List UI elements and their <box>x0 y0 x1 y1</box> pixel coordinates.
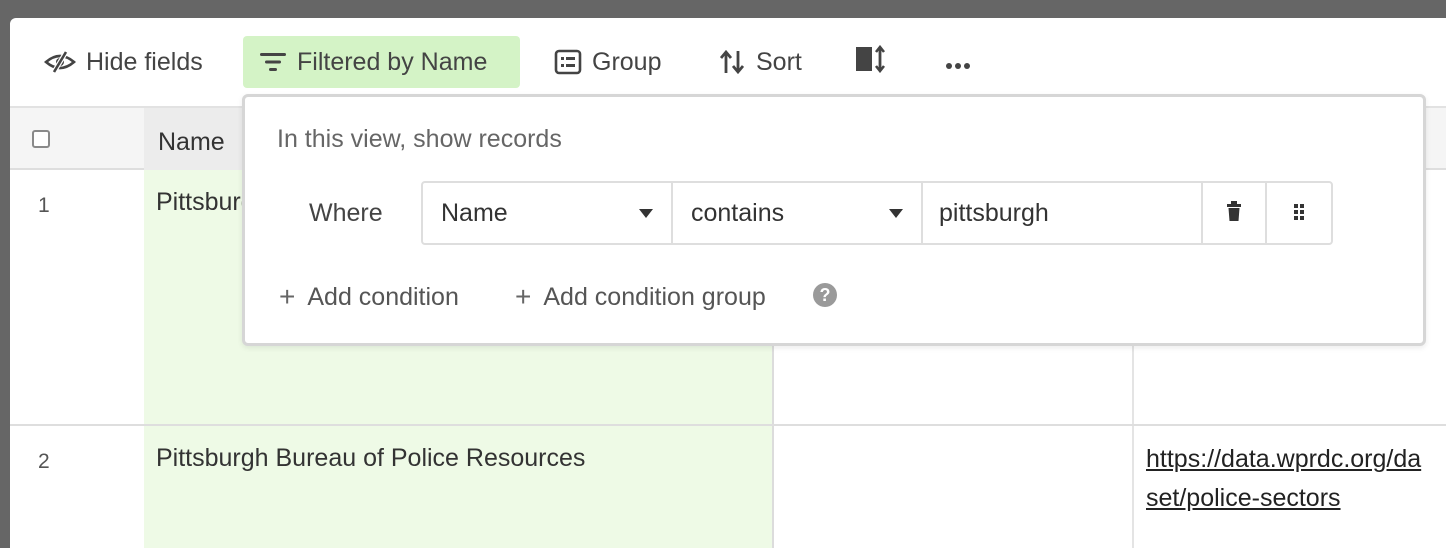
group-button[interactable]: Group <box>550 36 665 88</box>
filter-value-input[interactable]: pittsburgh <box>923 183 1203 243</box>
field-select-value: Name <box>441 198 508 227</box>
drag-handle-button[interactable] <box>1267 183 1331 243</box>
add-condition-group-button[interactable]: + Add condition group <box>515 281 766 313</box>
row-number: 2 <box>38 450 50 473</box>
url-link-line: set/police-sectors <box>1146 484 1341 512</box>
view-toolbar: Hide fields Filtered by Name Group Sort <box>10 18 1446 106</box>
url-link[interactable]: https://data.wprdc.org/da set/police-sec… <box>1146 440 1446 518</box>
hide-fields-label: Hide fields <box>86 47 203 76</box>
filter-icon <box>259 51 287 73</box>
name-cell[interactable]: Pittsburgh Bureau of Police Resources <box>144 426 774 548</box>
filter-label: Filtered by Name <box>297 47 488 76</box>
delete-condition-button[interactable] <box>1203 183 1267 243</box>
empty-cell[interactable] <box>774 426 1134 548</box>
row-number: 1 <box>38 194 50 217</box>
plus-icon: + <box>279 281 296 312</box>
add-condition-group-label: Add condition group <box>543 282 766 311</box>
filter-popover: In this view, show records Where Name co… <box>242 94 1426 346</box>
url-link-line: https://data.wprdc.org/da <box>1146 445 1422 473</box>
plus-icon: + <box>515 281 532 312</box>
trash-icon <box>1226 199 1242 228</box>
field-select[interactable]: Name <box>423 183 673 243</box>
filter-button[interactable]: Filtered by Name <box>243 36 520 88</box>
sort-icon <box>718 49 746 75</box>
chevron-down-icon <box>889 208 903 218</box>
row-height-button[interactable] <box>852 36 888 88</box>
sort-button[interactable]: Sort <box>714 36 806 88</box>
select-all-checkbox[interactable] <box>32 130 50 148</box>
add-condition-button[interactable]: + Add condition <box>279 281 459 313</box>
group-label: Group <box>592 47 662 76</box>
more-options-button[interactable] <box>938 36 978 88</box>
hide-icon <box>44 50 76 74</box>
table-row[interactable]: 2 Pittsburgh Bureau of Police Resources … <box>10 426 1446 548</box>
help-icon[interactable]: ? <box>813 283 837 307</box>
sort-label: Sort <box>756 47 802 76</box>
hide-fields-button[interactable]: Hide fields <box>40 36 207 88</box>
operator-select-value: contains <box>691 198 785 227</box>
filter-condition: Name contains pittsburgh <box>421 181 1333 245</box>
group-icon <box>554 49 582 75</box>
where-label: Where <box>309 199 383 227</box>
row-height-icon <box>854 44 886 80</box>
more-icon <box>945 48 971 77</box>
drag-handle-icon <box>1293 199 1305 228</box>
filter-popover-title: In this view, show records <box>277 125 562 153</box>
chevron-down-icon <box>639 208 653 218</box>
operator-select[interactable]: contains <box>673 183 923 243</box>
add-condition-label: Add condition <box>307 282 459 311</box>
